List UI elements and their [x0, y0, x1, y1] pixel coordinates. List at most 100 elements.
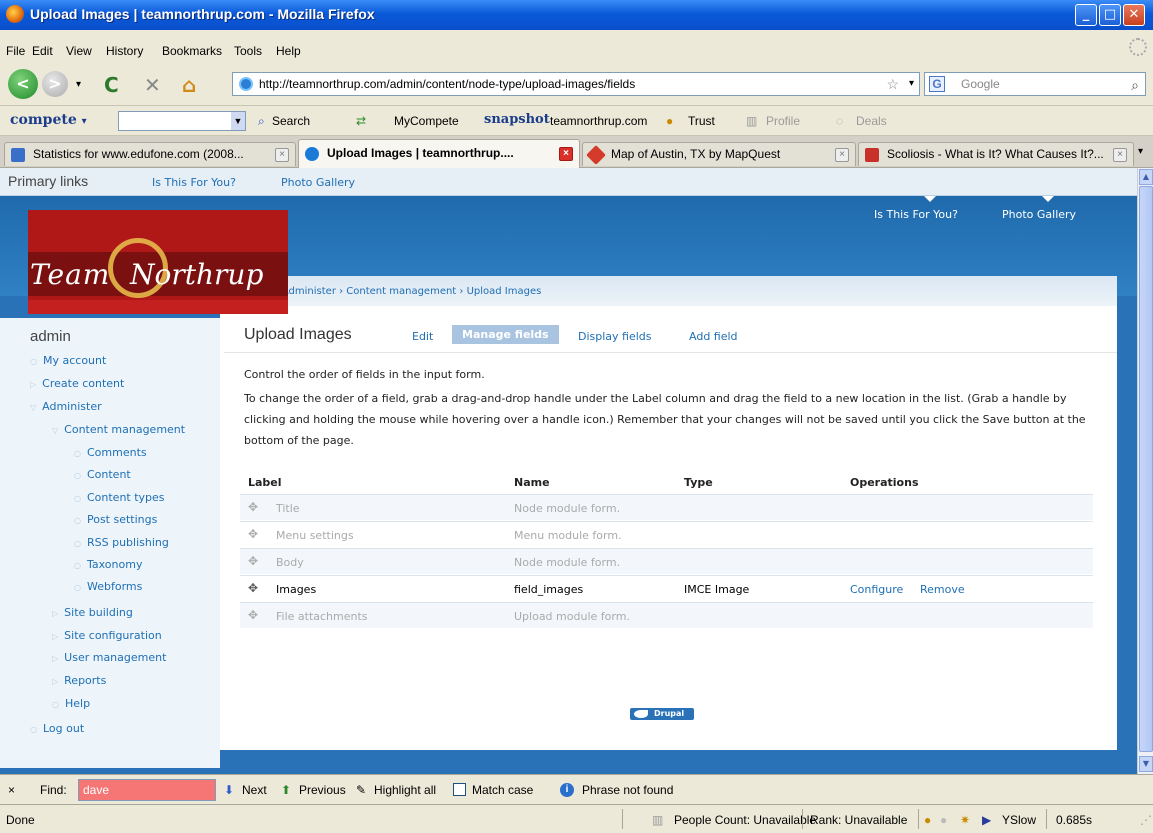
find-next-button[interactable]: Next: [242, 783, 267, 797]
find-previous-button[interactable]: Previous: [299, 783, 346, 797]
tab-manage-fields[interactable]: Manage fields: [452, 325, 559, 344]
match-case-checkbox[interactable]: [453, 783, 466, 796]
sidebar-item-comments[interactable]: ○ Comments: [74, 446, 147, 459]
trust-status-icon[interactable]: ●: [924, 813, 931, 827]
drag-handle-icon[interactable]: ✥: [248, 608, 258, 622]
menu-history[interactable]: History: [106, 44, 143, 58]
menu-view[interactable]: View: [66, 44, 92, 58]
history-dropdown-icon[interactable]: ▾: [76, 79, 81, 90]
compete-logo[interactable]: compete ▾: [10, 112, 87, 128]
chevron-down-icon[interactable]: ▼: [231, 112, 245, 130]
tab-upload-images[interactable]: Upload Images | teamnorthrup.... ×: [298, 139, 580, 168]
sidebar-item-reports[interactable]: ▷ Reports: [52, 674, 106, 687]
sidebar-item-site-configuration[interactable]: ▷ Site configuration: [52, 629, 162, 642]
sidebar-item-content-management[interactable]: ▽ Content management: [52, 423, 185, 436]
close-button[interactable]: ✕: [1123, 4, 1145, 26]
sidebar-item-content[interactable]: ○ Content: [74, 468, 131, 481]
close-tab-icon[interactable]: ×: [559, 147, 573, 161]
firefox-icon: [6, 5, 24, 23]
trust-button[interactable]: Trust: [688, 114, 715, 128]
search-box[interactable]: G Google ⌕: [924, 72, 1146, 96]
tab-label: Upload Images | teamnorthrup....: [327, 146, 514, 160]
status-icon[interactable]: ●: [940, 813, 947, 827]
minimize-button[interactable]: _: [1075, 4, 1097, 26]
tab-list-icon[interactable]: ▾: [1138, 146, 1143, 157]
remove-link[interactable]: Remove: [920, 583, 965, 596]
close-tab-icon[interactable]: ×: [835, 148, 849, 162]
sidebar-item-site-building[interactable]: ▷ Site building: [52, 606, 133, 619]
find-close-button[interactable]: ×: [8, 783, 15, 797]
back-button[interactable]: <: [8, 69, 38, 99]
sidebar-item-user-management[interactable]: ▷ User management: [52, 651, 166, 664]
sidebar-item-create-content[interactable]: ▷ Create content: [30, 377, 124, 390]
url-dropdown-icon[interactable]: ▾: [909, 73, 914, 95]
sidebar-item-administer[interactable]: ▽ Administer: [30, 400, 102, 413]
configure-link[interactable]: Configure: [850, 583, 903, 596]
header-link-is-this-for-you[interactable]: Is This For You?: [874, 208, 958, 221]
home-icon[interactable]: ⌂: [182, 73, 196, 97]
tab-scoliosis[interactable]: Scoliosis - What is It? What Causes It?.…: [858, 142, 1134, 166]
menu-tools[interactable]: Tools: [234, 44, 262, 58]
sidebar-item-help[interactable]: ○ Help: [52, 697, 90, 710]
drag-handle-icon[interactable]: ✥: [248, 500, 258, 514]
site-favicon-icon: [239, 77, 253, 91]
load-time: 0.685s: [1056, 813, 1093, 827]
sidebar-item-post-settings[interactable]: ○ Post settings: [74, 513, 157, 526]
snapshot-site[interactable]: teamnorthrup.com: [550, 114, 647, 128]
sidebar-item-content-types[interactable]: ○ Content types: [74, 491, 165, 504]
sidebar-item-taxonomy[interactable]: ○ Taxonomy: [74, 558, 142, 571]
find-input[interactable]: dave: [78, 779, 216, 801]
rank-status[interactable]: Rank: Unavailable: [810, 813, 907, 827]
sidebar-item-rss-publishing[interactable]: ○ RSS publishing: [74, 536, 169, 549]
people-count[interactable]: People Count: Unavailable: [674, 813, 816, 827]
sidebar-item-my-account[interactable]: ○ My account: [30, 354, 106, 367]
primary-link-is-this-for-you[interactable]: Is This For You?: [152, 176, 236, 189]
scrollbar-thumb[interactable]: [1139, 186, 1153, 752]
url-bar[interactable]: http://teamnorthrup.com/admin/content/no…: [232, 72, 920, 96]
yslow-icon[interactable]: ▶: [982, 813, 991, 827]
site-logo[interactable]: Team Northrup: [28, 210, 288, 314]
tab-add-field[interactable]: Add field: [689, 330, 738, 343]
search-icon[interactable]: ⌕: [1131, 74, 1139, 96]
header-link-photo-gallery[interactable]: Photo Gallery: [1002, 208, 1076, 221]
match-case-label[interactable]: Match case: [472, 783, 533, 797]
compete-search-input[interactable]: ▼: [118, 111, 246, 131]
stop-icon[interactable]: ✕: [144, 73, 161, 97]
drag-handle-icon[interactable]: ✥: [248, 554, 258, 568]
mycompete-button[interactable]: MyCompete: [394, 114, 459, 128]
logo-text-northrup: Northrup: [130, 258, 264, 291]
tab-mapquest[interactable]: Map of Austin, TX by MapQuest ×: [582, 142, 856, 166]
yslow-label[interactable]: YSlow: [1002, 813, 1036, 827]
resize-grip-icon[interactable]: ⋰: [1140, 813, 1152, 827]
sidebar-item-webforms[interactable]: ○ Webforms: [74, 580, 142, 593]
drag-handle-icon[interactable]: ✥: [248, 581, 258, 595]
tab-display-fields[interactable]: Display fields: [578, 330, 652, 343]
forward-button[interactable]: >: [42, 71, 68, 97]
scroll-down-icon[interactable]: ▼: [1139, 756, 1153, 772]
logo-text-team: Team: [30, 258, 111, 291]
primary-link-photo-gallery[interactable]: Photo Gallery: [281, 176, 355, 189]
compete-search-button[interactable]: Search: [272, 114, 310, 128]
menu-bookmarks[interactable]: Bookmarks: [162, 44, 222, 58]
drupal-badge[interactable]: Drupal: [630, 708, 694, 720]
scroll-up-icon[interactable]: ▲: [1139, 169, 1153, 185]
deals-button[interactable]: Deals: [856, 114, 887, 128]
row-label: Body: [276, 556, 304, 569]
close-tab-icon[interactable]: ×: [275, 148, 289, 162]
highlight-all-button[interactable]: Highlight all: [374, 783, 436, 797]
menu-edit[interactable]: Edit: [32, 44, 53, 58]
menu-file[interactable]: File: [6, 44, 25, 58]
bookmark-star-icon[interactable]: ☆: [886, 73, 899, 95]
tab-edit[interactable]: Edit: [412, 330, 433, 343]
reload-icon[interactable]: C: [104, 73, 119, 97]
menu-help[interactable]: Help: [276, 44, 301, 58]
drag-handle-icon[interactable]: ✥: [248, 527, 258, 541]
tab-statistics[interactable]: Statistics for www.edufone.com (2008... …: [4, 142, 296, 166]
close-tab-icon[interactable]: ×: [1113, 148, 1127, 162]
google-icon[interactable]: G: [929, 76, 945, 92]
sidebar-item-log-out[interactable]: ○ Log out: [30, 722, 84, 735]
vertical-scrollbar[interactable]: ▲ ▼: [1137, 168, 1153, 774]
firebug-icon[interactable]: ✷: [960, 813, 970, 827]
maximize-button[interactable]: □: [1099, 4, 1121, 26]
profile-button[interactable]: Profile: [766, 114, 800, 128]
